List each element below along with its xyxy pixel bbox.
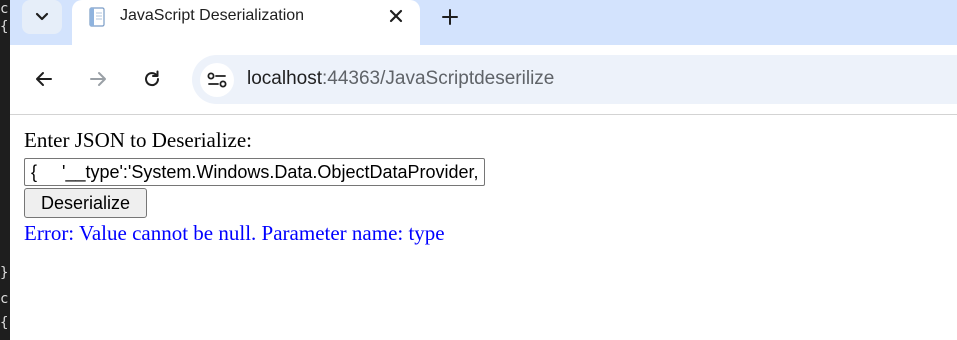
tab-strip: JavaScript Deserialization	[10, 0, 957, 45]
tab-search-button[interactable]	[22, 0, 62, 34]
url-host: localhost	[247, 68, 322, 89]
url-text[interactable]: localhost:44363/JavaScriptdeserilize	[247, 68, 554, 90]
json-prompt-label: Enter JSON to Deserialize:	[24, 128, 253, 152]
site-info-button[interactable]	[200, 63, 234, 97]
browser-window: JavaScript Deserialization localhost:443…	[10, 0, 957, 340]
editor-glyph: {	[0, 315, 9, 331]
editor-glyph: c	[0, 1, 9, 17]
tab-title: JavaScript Deserialization	[120, 7, 305, 24]
document-icon	[89, 7, 105, 27]
json-input[interactable]	[24, 158, 485, 186]
tab-close-button[interactable]	[384, 4, 408, 28]
toolbar: localhost:44363/JavaScriptdeserilize	[10, 45, 957, 115]
reload-icon	[145, 70, 160, 87]
deserialize-button[interactable]: Deserialize	[24, 188, 147, 218]
error-message: Error: Value cannot be null. Parameter n…	[24, 221, 445, 245]
tab-active[interactable]: JavaScript Deserialization	[72, 0, 420, 45]
editor-glyph: }	[0, 265, 9, 281]
back-button[interactable]	[30, 65, 58, 93]
editor-glyph: {	[0, 19, 9, 35]
plus-icon	[442, 9, 458, 25]
chevron-down-icon	[35, 12, 49, 21]
reload-button[interactable]	[138, 65, 166, 93]
arrow-right-icon	[90, 72, 106, 86]
tune-icon	[207, 72, 227, 88]
arrow-left-icon	[36, 72, 52, 86]
editor-glyph: c	[0, 291, 9, 307]
close-icon	[389, 9, 403, 23]
forward-button[interactable]	[84, 65, 112, 93]
page-content: Enter JSON to Deserialize: Deserialize E…	[10, 116, 957, 340]
new-tab-button[interactable]	[436, 3, 464, 31]
address-bar[interactable]: localhost:44363/JavaScriptdeserilize	[192, 55, 957, 104]
background-editor-strip: c { } c {	[0, 0, 10, 340]
url-path: :44363/JavaScriptdeserilize	[322, 68, 555, 89]
